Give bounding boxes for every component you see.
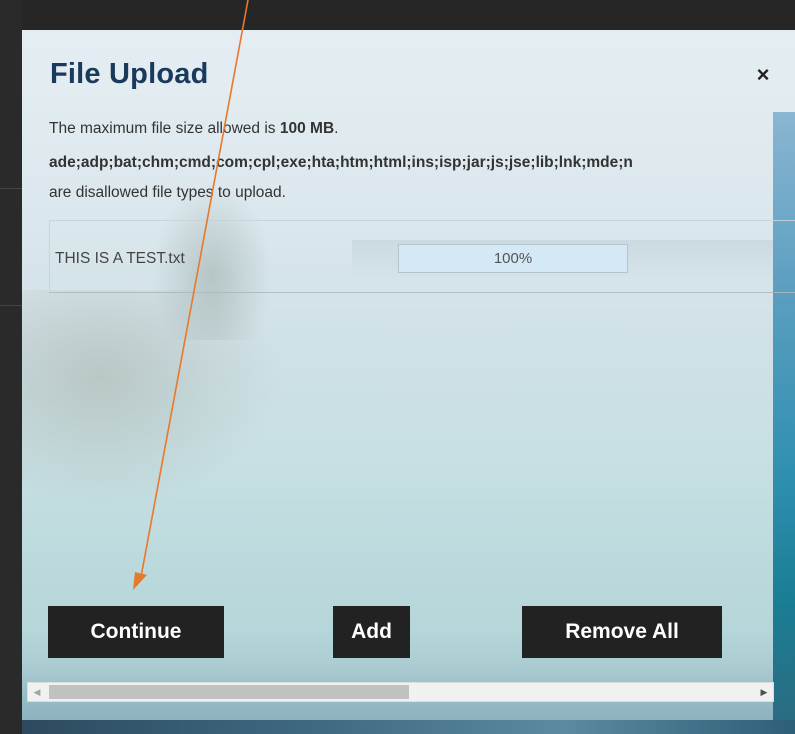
disallowed-types-list: ade;adp;bat;chm;cmd;com;cpl;exe;hta;htm;… — [49, 154, 633, 171]
file-list-left-border — [49, 220, 50, 292]
scroll-left-icon[interactable]: ◀ — [28, 683, 46, 701]
horizontal-scrollbar[interactable]: ◀ ▶ — [27, 682, 774, 702]
disallowed-types-note: are disallowed file types to upload. — [49, 184, 286, 201]
close-icon[interactable]: × — [748, 60, 778, 90]
max-size-text: The maximum file size allowed is 100 MB. — [49, 120, 338, 138]
file-list-top-border — [49, 220, 795, 221]
background-rocks — [22, 290, 282, 510]
backdrop-left-strip — [0, 0, 22, 734]
file-name: THIS IS A TEST.txt — [55, 250, 185, 267]
dialog-title: File Upload — [50, 58, 209, 90]
upload-progress-text: 100% — [493, 250, 533, 267]
continue-button[interactable]: Continue — [48, 606, 224, 658]
backdrop-divider — [0, 305, 22, 306]
add-button[interactable]: Add — [333, 606, 410, 658]
max-size-prefix: The maximum file size allowed is — [49, 120, 280, 137]
file-list-bottom-border — [49, 292, 795, 293]
max-size-value: 100 MB — [279, 120, 335, 137]
backdrop-top-bar — [0, 0, 795, 30]
remove-all-button[interactable]: Remove All — [522, 606, 722, 658]
upload-progress-bar: 100% — [398, 244, 628, 273]
file-upload-dialog: File Upload × The maximum file size allo… — [22, 30, 795, 734]
scroll-right-icon[interactable]: ▶ — [755, 683, 773, 701]
background-lake-edge — [773, 112, 795, 722]
max-size-suffix: . — [334, 120, 339, 137]
background-water — [22, 720, 795, 734]
scrollbar-thumb[interactable] — [49, 685, 409, 699]
backdrop-divider — [0, 188, 22, 189]
